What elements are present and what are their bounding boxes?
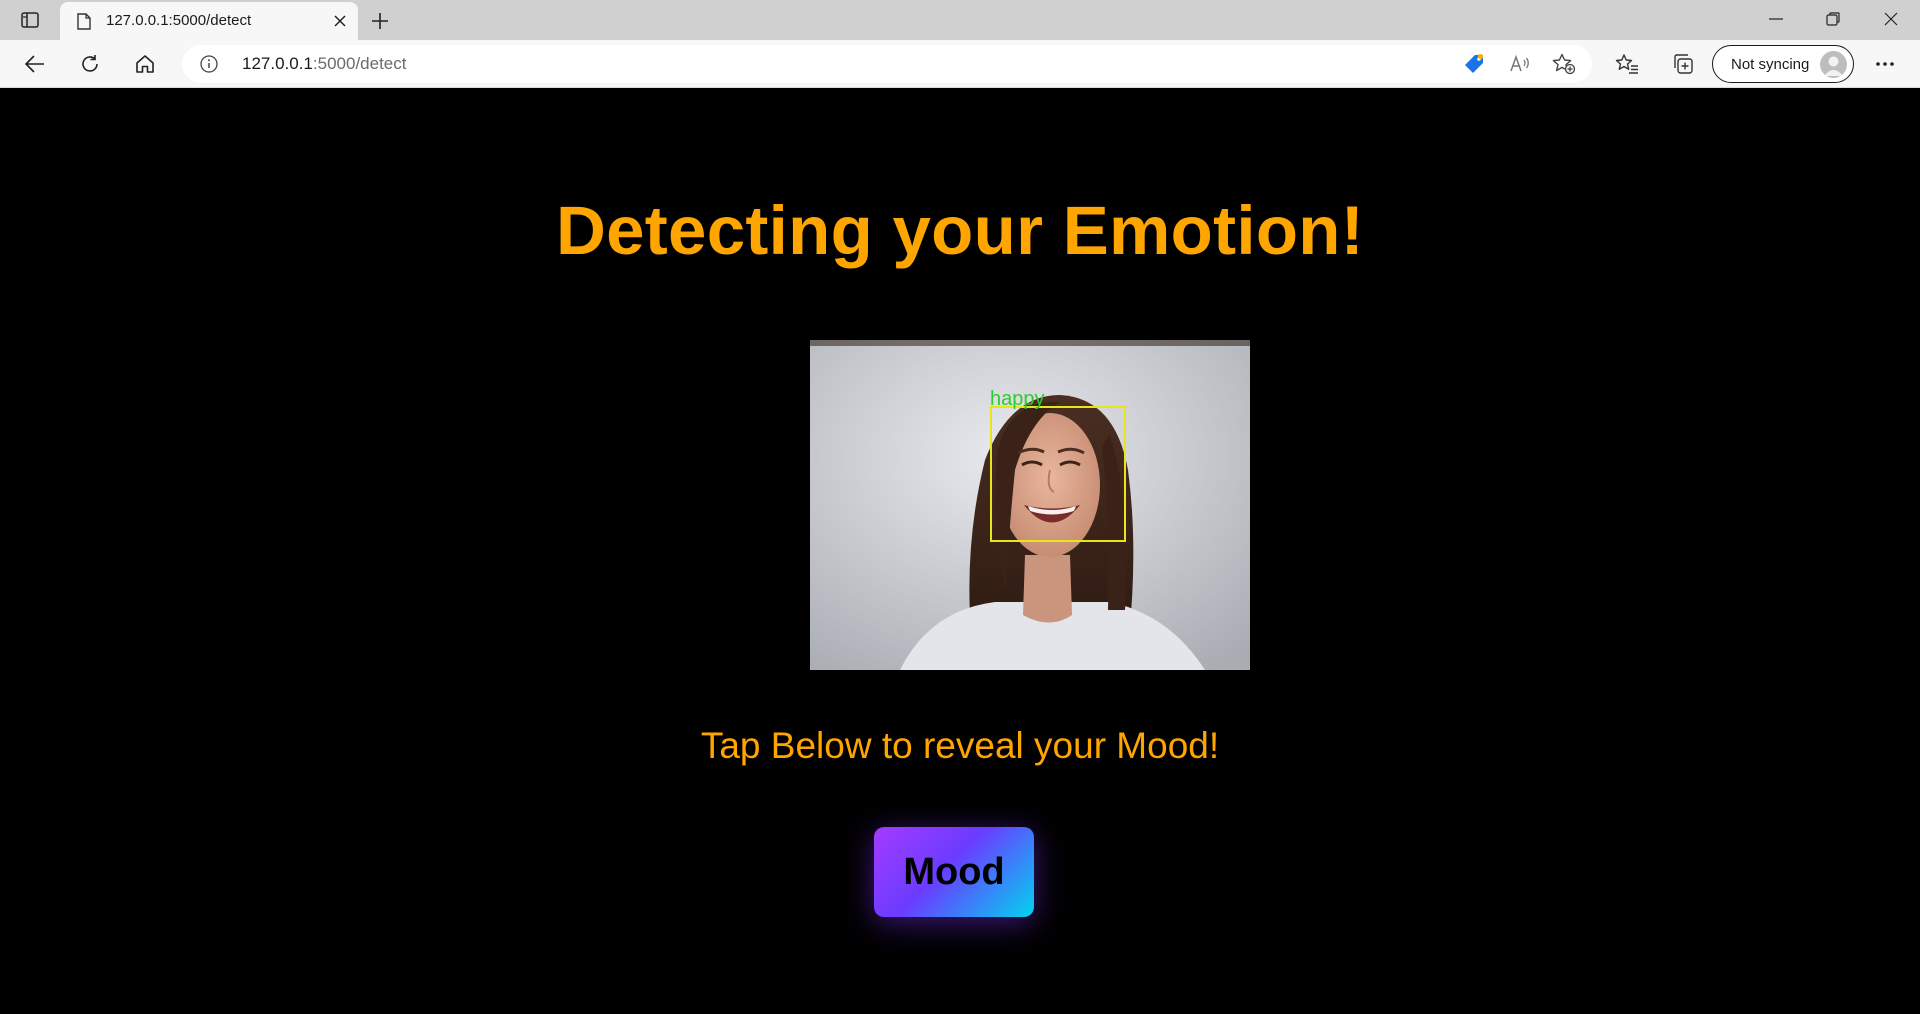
face-detection-box: [990, 406, 1126, 542]
profile-label: Not syncing: [1731, 56, 1810, 73]
refresh-icon[interactable]: [75, 50, 105, 78]
address-bar[interactable]: 127.0.0.1:5000/detect: [182, 45, 1592, 83]
close-tab-icon[interactable]: [330, 11, 350, 31]
reveal-mood-prompt: Tap Below to reveal your Mood!: [700, 725, 1220, 766]
collections-icon[interactable]: [1668, 50, 1698, 78]
page-content: Detecting your Emotion! happy Tap Below …: [0, 89, 1920, 1014]
add-favorite-icon[interactable]: [1552, 53, 1576, 75]
profile-button[interactable]: Not syncing: [1712, 45, 1854, 83]
url-path: :5000/detect: [312, 54, 407, 73]
tab-actions-icon[interactable]: [18, 9, 42, 31]
browser-toolbar: 127.0.0.1:5000/detect Not syncing: [0, 40, 1920, 88]
page-icon: [74, 11, 94, 31]
avatar: [1820, 51, 1847, 78]
url-text[interactable]: 127.0.0.1:5000/detect: [242, 54, 406, 74]
webcam-video-feed: happy: [810, 340, 1250, 670]
new-tab-icon[interactable]: [367, 8, 393, 34]
detected-emotion-label: happy: [990, 388, 1045, 410]
tab-title: 127.0.0.1:5000/detect: [106, 12, 252, 29]
close-window-icon[interactable]: [1876, 6, 1906, 32]
browser-tab-bar: 127.0.0.1:5000/detect: [0, 0, 1920, 40]
restore-icon[interactable]: [1818, 6, 1848, 32]
site-info-icon[interactable]: [200, 55, 218, 73]
page-title: Detecting your Emotion!: [555, 192, 1365, 269]
home-icon[interactable]: [130, 50, 160, 78]
read-aloud-icon[interactable]: [1508, 53, 1532, 75]
back-arrow-icon[interactable]: [20, 50, 50, 78]
shopping-tag-icon[interactable]: [1462, 53, 1486, 75]
more-options-icon[interactable]: [1870, 50, 1900, 78]
minimize-icon[interactable]: [1761, 6, 1791, 32]
browser-tab[interactable]: 127.0.0.1:5000/detect: [60, 2, 358, 40]
url-host: 127.0.0.1: [242, 54, 313, 73]
mood-button[interactable]: Mood: [874, 827, 1034, 917]
mood-button-label: Mood: [903, 850, 1005, 893]
favorites-icon[interactable]: [1612, 50, 1642, 78]
